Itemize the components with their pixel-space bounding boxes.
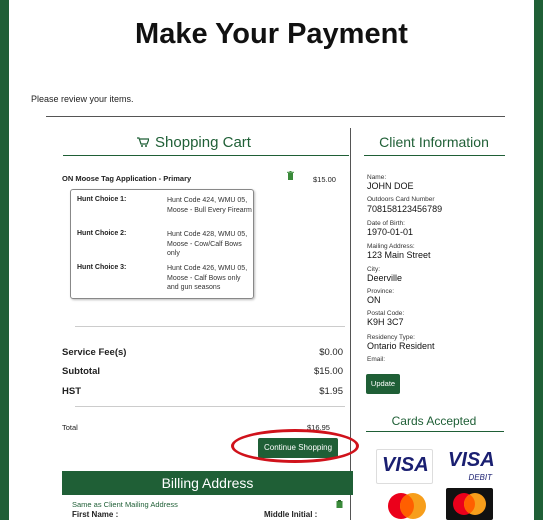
visa-logo: VISA bbox=[376, 449, 433, 484]
payment-page: Make Your Payment Please review your ite… bbox=[9, 0, 534, 520]
first-name-label: First Name : bbox=[72, 510, 119, 519]
divider bbox=[46, 116, 505, 117]
page-title: Make Your Payment bbox=[135, 18, 408, 50]
cart-item-name: ON Moose Tag Application - Primary bbox=[62, 174, 192, 183]
email-label: Email: bbox=[367, 356, 386, 363]
dob-value: 1970-01-01 bbox=[367, 227, 414, 237]
hunt-choice-text: Hunt Code 426, WMU 05, Moose - Calf Bows… bbox=[167, 265, 248, 291]
cards-accepted-heading: Cards Accepted bbox=[391, 414, 477, 428]
mailing-address-value: 123 Main Street bbox=[367, 250, 431, 260]
shopping-cart-title: Shopping Cart bbox=[155, 134, 251, 151]
column-divider bbox=[350, 128, 351, 520]
update-button[interactable]: Update bbox=[366, 374, 400, 394]
mastercard-icon bbox=[388, 493, 426, 519]
outdoors-card-label: Outdoors Card Number bbox=[367, 196, 435, 203]
hst-value: $1.95 bbox=[319, 386, 343, 397]
hunt-choice-label: Hunt Choice 2: bbox=[77, 230, 127, 237]
mastercard-logo bbox=[381, 488, 433, 520]
cart-icon bbox=[137, 137, 150, 147]
subtotal-label: Subtotal bbox=[62, 366, 100, 377]
visa-debit-logo: VISA DEBIT bbox=[443, 449, 498, 482]
hst-label: HST bbox=[62, 386, 81, 397]
hunt-choice-text: Hunt Code 424, WMU 05, Moose - Bull Ever… bbox=[167, 197, 252, 214]
service-fee-label: Service Fee(s) bbox=[62, 347, 127, 358]
trash-icon[interactable] bbox=[287, 171, 294, 180]
client-information-heading: Client Information bbox=[379, 134, 489, 150]
cart-item-price: $15.00 bbox=[313, 175, 336, 184]
hunt-choice-text: Hunt Code 428, WMU 05, Moose - Cow/Calf … bbox=[167, 231, 248, 257]
mailing-address-label: Mailing Address: bbox=[367, 243, 415, 250]
mastercard-debit-icon bbox=[453, 493, 486, 515]
province-value: ON bbox=[367, 295, 381, 305]
city-value: Deerville bbox=[367, 273, 403, 283]
same-as-client-link[interactable]: Same as Client Mailing Address bbox=[72, 500, 178, 509]
cards-divider bbox=[366, 431, 504, 432]
visa-text: VISA bbox=[382, 454, 429, 476]
divider bbox=[75, 406, 345, 407]
review-text: Please review your items. bbox=[31, 94, 134, 104]
billing-address-heading: Billing Address bbox=[62, 471, 353, 495]
city-label: City: bbox=[367, 266, 380, 273]
total-label: Total bbox=[62, 423, 78, 432]
shopping-cart-heading: Shopping Cart bbox=[94, 134, 294, 151]
name-label: Name: bbox=[367, 174, 387, 181]
debit-text: DEBIT bbox=[468, 473, 492, 482]
postal-code-label: Postal Code: bbox=[367, 310, 405, 317]
divider bbox=[75, 326, 345, 327]
province-label: Province: bbox=[367, 288, 395, 295]
hunt-choices-box: Hunt Choice 1: Hunt Code 424, WMU 05, Mo… bbox=[70, 189, 254, 299]
residency-value: Ontario Resident bbox=[367, 341, 435, 351]
dob-label: Date of Birth: bbox=[367, 220, 405, 227]
highlight-circle bbox=[231, 429, 359, 463]
clipboard-icon[interactable] bbox=[336, 500, 343, 508]
client-divider bbox=[364, 155, 505, 156]
residency-label: Residency Type: bbox=[367, 334, 415, 341]
visa-debit-text: VISA bbox=[448, 449, 495, 471]
hunt-choice-label: Hunt Choice 1: bbox=[77, 196, 127, 203]
middle-initial-label: Middle Initial : bbox=[264, 510, 318, 519]
postal-code-value: K9H 3C7 bbox=[367, 317, 404, 327]
mastercard-debit-logo bbox=[446, 488, 493, 520]
hunt-choice-label: Hunt Choice 3: bbox=[77, 264, 127, 271]
cart-divider bbox=[63, 155, 349, 156]
service-fee-value: $0.00 bbox=[319, 347, 343, 358]
subtotal-value: $15.00 bbox=[313, 366, 343, 377]
name-value: JOHN DOE bbox=[367, 181, 414, 191]
outdoors-card-value: 708158123456789 bbox=[367, 204, 443, 214]
